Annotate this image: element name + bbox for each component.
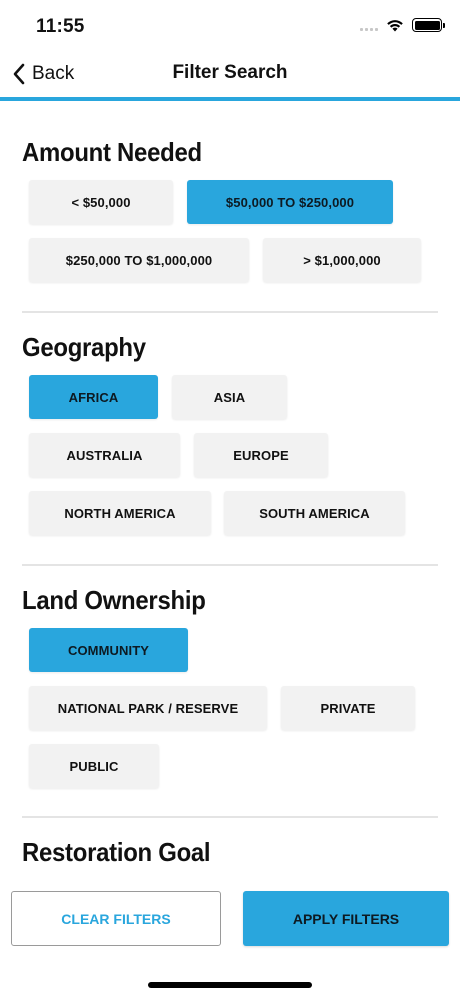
footer-actions: CLEAR FILTERS APPLY FILTERS <box>0 880 460 996</box>
status-icons <box>360 18 445 32</box>
chip-amount-250k-1m[interactable]: $250,000 TO $1,000,000 <box>29 238 249 282</box>
filter-content[interactable]: Amount Needed < $50,000 $50,000 TO $250,… <box>0 101 460 881</box>
nav-bar: Back Filter Search <box>0 50 460 98</box>
status-time: 11:55 <box>36 16 85 37</box>
cellular-signal-icon <box>360 19 378 31</box>
divider <box>22 816 438 818</box>
divider <box>22 564 438 566</box>
section-title-land-ownership: Land Ownership <box>22 585 206 615</box>
chip-land-private[interactable]: PRIVATE <box>281 686 415 730</box>
section-title-amount-needed: Amount Needed <box>22 137 202 167</box>
chip-geo-north-america[interactable]: NORTH AMERICA <box>29 491 211 535</box>
wifi-icon <box>387 19 403 31</box>
section-title-restoration-goal: Restoration Goal <box>22 837 211 867</box>
chip-amount-under-50k[interactable]: < $50,000 <box>29 180 173 224</box>
page-title: Filter Search <box>172 62 288 83</box>
chip-land-community[interactable]: COMMUNITY <box>29 628 188 672</box>
chip-land-national-park[interactable]: NATIONAL PARK / RESERVE <box>29 686 267 730</box>
chip-geo-asia[interactable]: ASIA <box>172 375 287 419</box>
chip-geo-africa[interactable]: AFRICA <box>29 375 158 419</box>
clear-filters-button[interactable]: CLEAR FILTERS <box>11 891 221 946</box>
battery-icon <box>412 18 445 32</box>
section-title-geography: Geography <box>22 332 146 362</box>
status-bar: 11:55 <box>0 0 460 50</box>
chip-geo-australia[interactable]: AUSTRALIA <box>29 433 180 477</box>
divider <box>22 311 438 313</box>
chip-geo-south-america[interactable]: SOUTH AMERICA <box>224 491 405 535</box>
chip-geo-europe[interactable]: EUROPE <box>194 433 328 477</box>
chip-amount-over-1m[interactable]: > $1,000,000 <box>263 238 421 282</box>
home-indicator[interactable] <box>148 982 312 988</box>
apply-filters-button[interactable]: APPLY FILTERS <box>243 891 449 946</box>
chip-amount-50k-250k[interactable]: $50,000 TO $250,000 <box>187 180 393 224</box>
chip-land-public[interactable]: PUBLIC <box>29 744 159 788</box>
